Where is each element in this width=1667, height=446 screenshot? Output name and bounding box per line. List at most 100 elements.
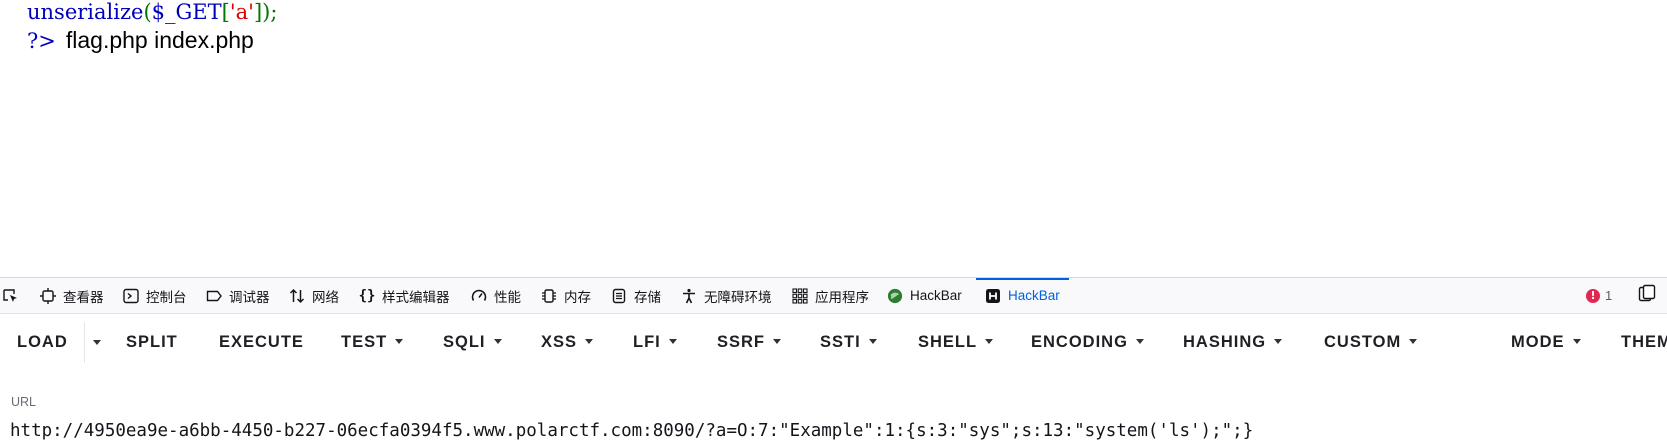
chevron-down-icon [93, 340, 101, 345]
mode-menu-button[interactable]: MODE [1511, 314, 1581, 371]
execute-button[interactable]: EXECUTE [219, 314, 304, 371]
custom-menu-button[interactable]: CUSTOM [1324, 314, 1418, 371]
load-button[interactable]: LOAD [17, 314, 68, 371]
hackbar-menu: LOAD SPLIT EXECUTE TEST SQLI XSS LFI SSR… [0, 314, 1667, 371]
tab-style-editor-label: 样式编辑器 [382, 289, 450, 305]
tab-inspector-label: 查看器 [63, 289, 104, 305]
tab-debugger-label: 调试器 [229, 289, 270, 305]
xss-menu-button[interactable]: XSS [541, 314, 594, 371]
devtools-tab-bar: 查看器 控制台 调试器 网络 {} 样式编辑器 性能 内存 存储 无障碍环境 应… [0, 278, 1667, 314]
code-line-output: ?> flag.php index.php [27, 28, 254, 53]
url-label: URL [11, 395, 37, 409]
execute-label: EXECUTE [219, 333, 304, 351]
chevron-down-icon [1274, 339, 1283, 344]
code-paren-open: ( [143, 0, 152, 24]
error-count: 1 [1605, 288, 1613, 303]
chevron-down-icon [1409, 339, 1418, 344]
load-divider [84, 322, 85, 363]
url-input[interactable]: http://4950ea9e-a6bb-4450-b227-06ecfa039… [10, 417, 1660, 445]
encoding-label: ENCODING [1031, 333, 1128, 351]
chevron-down-icon [493, 339, 502, 344]
chevron-down-icon [395, 339, 404, 344]
performance-icon [471, 288, 487, 304]
custom-label: CUSTOM [1324, 333, 1402, 351]
chevron-down-icon [868, 339, 877, 344]
code-semicolon: ; [270, 0, 278, 24]
tab-hackbar-legacy[interactable]: HackBar [887, 278, 962, 313]
chevron-down-icon [668, 339, 677, 344]
ssti-menu-button[interactable]: SSTI [820, 314, 877, 371]
ssrf-menu-button[interactable]: SSRF [717, 314, 782, 371]
mode-label: MODE [1511, 333, 1565, 351]
split-button[interactable]: SPLIT [126, 314, 178, 371]
tab-hackbar[interactable]: HackBar [976, 278, 1069, 313]
command-output: flag.php index.php [65, 27, 254, 53]
application-icon [792, 287, 808, 304]
hashing-label: HASHING [1183, 333, 1267, 351]
load-dropdown-button[interactable] [91, 314, 103, 371]
page-content: unserialize($_GET['a']); ?> flag.php inde… [0, 0, 1667, 277]
split-label: SPLIT [126, 333, 178, 351]
tab-inspector[interactable]: 查看器 [40, 278, 104, 313]
tab-console[interactable]: 控制台 [123, 278, 187, 313]
console-icon [123, 288, 139, 304]
tab-debugger[interactable]: 调试器 [206, 278, 270, 313]
sqli-menu-button[interactable]: SQLI [443, 314, 502, 371]
tab-memory[interactable]: 内存 [541, 278, 591, 313]
hackbar-h-icon [985, 288, 1001, 304]
shell-label: SHELL [918, 333, 978, 351]
dock-side-icon [1638, 284, 1656, 307]
lfi-label: LFI [633, 333, 661, 351]
ssti-label: SSTI [820, 333, 861, 351]
inspector-icon [40, 287, 56, 304]
tab-hackbar-legacy-label: HackBar [910, 288, 962, 303]
chevron-down-icon [773, 339, 782, 344]
test-menu-button[interactable]: TEST [341, 314, 404, 371]
ssrf-label: SSRF [717, 333, 766, 351]
tab-application-label: 应用程序 [815, 289, 869, 305]
tab-network[interactable]: 网络 [289, 278, 339, 313]
chevron-down-icon [585, 339, 594, 344]
style-editor-icon: {} [358, 287, 376, 304]
load-label: LOAD [17, 333, 68, 351]
code-bracket-open: [ [221, 0, 230, 24]
code-bracket-close: ] [253, 0, 263, 24]
lfi-menu-button[interactable]: LFI [633, 314, 677, 371]
dock-toggle-button[interactable] [1632, 278, 1662, 313]
test-label: TEST [341, 333, 388, 351]
tab-accessibility-label: 无障碍环境 [704, 289, 772, 305]
tab-style-editor[interactable]: {} 样式编辑器 [359, 278, 450, 313]
code-variable: $_GET [151, 0, 222, 24]
tab-performance[interactable]: 性能 [471, 278, 521, 313]
hashing-menu-button[interactable]: HASHING [1183, 314, 1283, 371]
tab-application[interactable]: 应用程序 [792, 278, 869, 313]
element-picker-icon [2, 288, 18, 304]
debugger-icon [206, 288, 222, 304]
memory-icon [541, 288, 557, 304]
theme-label: THEME [1621, 333, 1667, 351]
chevron-down-icon [985, 339, 994, 344]
code-close-tag: ?> [27, 29, 56, 53]
code-function-name: unserialize [27, 0, 144, 24]
theme-menu-button[interactable]: THEME [1621, 314, 1667, 371]
code-string-key: 'a' [229, 0, 254, 24]
shell-menu-button[interactable]: SHELL [918, 314, 994, 371]
tab-console-label: 控制台 [146, 289, 187, 305]
tab-accessibility[interactable]: 无障碍环境 [681, 278, 772, 313]
chevron-down-icon [1135, 339, 1144, 344]
tab-hackbar-label: HackBar [1008, 288, 1060, 303]
network-icon [289, 288, 305, 304]
xss-label: XSS [541, 333, 578, 351]
tab-storage-label: 存储 [634, 289, 661, 305]
code-line-unserialize: unserialize($_GET['a']); [27, 0, 277, 24]
tab-storage[interactable]: 存储 [611, 278, 661, 313]
error-count-badge[interactable]: ! 1 [1586, 278, 1612, 313]
error-icon: ! [1586, 288, 1600, 303]
chevron-down-icon [1572, 339, 1581, 344]
encoding-menu-button[interactable]: ENCODING [1031, 314, 1144, 371]
sqli-label: SQLI [443, 333, 486, 351]
storage-icon [611, 288, 627, 304]
element-picker-button[interactable] [2, 278, 18, 313]
tab-network-label: 网络 [312, 289, 339, 305]
tab-memory-label: 内存 [564, 289, 591, 305]
